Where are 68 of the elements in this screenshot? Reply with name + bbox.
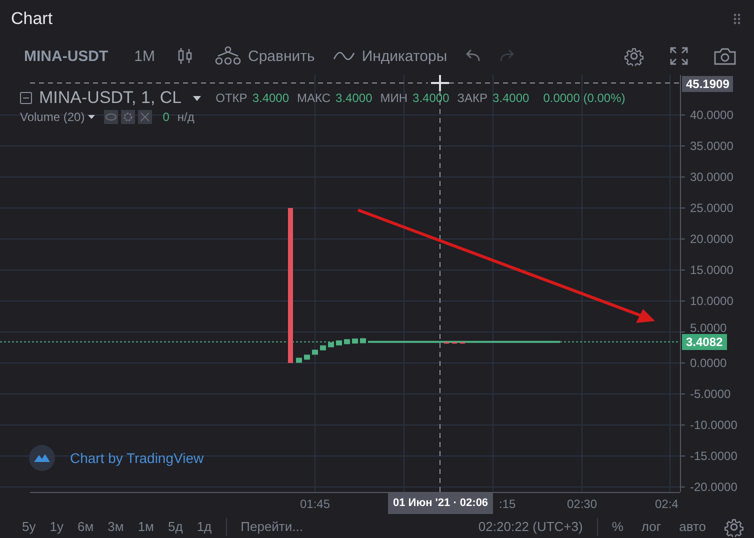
study-status: н/д	[177, 110, 194, 124]
price-label: -10.0000	[690, 417, 738, 433]
indicators-button[interactable]: Индикаторы	[332, 48, 448, 64]
scale-option-button[interactable]: лог	[641, 519, 662, 534]
range-button[interactable]: 6м	[77, 519, 94, 534]
crosshair-time-tag: 01 Июн '21 · 02:06	[388, 493, 494, 514]
legend-value: 3.4000	[492, 91, 530, 105]
time-label: 02:4	[655, 497, 678, 511]
collapse-icon[interactable]	[20, 92, 32, 104]
symbol-button[interactable]: MINA-USDT	[24, 48, 108, 64]
cursor-icon	[431, 75, 449, 91]
price-label: 25.0000	[690, 200, 734, 216]
legend-value: 3.4000	[336, 91, 372, 105]
range-button[interactable]: 1y	[50, 519, 64, 534]
clock-label: 02:20:22 (UTC+3)	[478, 519, 583, 534]
range-button[interactable]: 3м	[108, 519, 124, 534]
price-label: -15.0000	[690, 448, 738, 464]
legend-label: МИН	[380, 91, 408, 105]
wave-icon	[332, 50, 355, 62]
legend-label: ЗАКР	[457, 91, 488, 105]
caret-icon[interactable]	[192, 96, 201, 100]
range-button[interactable]: 5д	[168, 519, 183, 534]
price-label: 15.0000	[690, 262, 734, 278]
price-label: 35.0000	[690, 138, 734, 154]
logo-icon[interactable]	[29, 445, 55, 471]
range-button[interactable]: 1м	[138, 519, 154, 534]
legend-value: 3.4000	[412, 91, 450, 105]
caret-icon[interactable]	[88, 115, 95, 119]
scale-option-button[interactable]: авто	[679, 519, 706, 534]
price-label: 20.0000	[690, 231, 734, 247]
visibility-icon[interactable]	[104, 110, 118, 124]
price-label: -5.0000	[690, 386, 731, 402]
time-label: 02:30	[567, 497, 598, 511]
study-name[interactable]: Volume (20)	[20, 110, 85, 124]
undo-icon[interactable]	[465, 49, 482, 63]
price-label: 30.0000	[690, 169, 734, 185]
window-title: Chart	[11, 8, 53, 28]
study-value: 0	[162, 110, 170, 124]
time-label: 01:45	[300, 497, 330, 511]
candles-icon[interactable]	[177, 47, 193, 65]
branding-link[interactable]: Chart by TradingView	[70, 450, 204, 466]
legend-change: 0.0000 (0.00%)	[543, 91, 626, 105]
camera-icon[interactable]	[714, 47, 736, 65]
time-label: :15	[499, 497, 516, 511]
range-button[interactable]: 5y	[22, 519, 36, 534]
price-label: 10.0000	[690, 293, 734, 309]
settings-icon[interactable]	[120, 110, 135, 124]
legend-value: 3.4000	[252, 91, 290, 105]
crosshair-price-tag: 45.1909	[682, 76, 734, 92]
interval-button[interactable]: 1M	[134, 48, 155, 64]
fullscreen-icon[interactable]	[670, 47, 688, 65]
close-icon[interactable]	[138, 110, 152, 124]
last-price-tag: 3.4082	[682, 334, 727, 350]
price-label: 40.0000	[690, 107, 734, 123]
compare-button[interactable]: Сравнить	[215, 46, 315, 66]
drag-handle-icon[interactable]	[733, 12, 741, 24]
legend-label: ОТКР	[216, 91, 248, 105]
scale-option-button[interactable]: %	[612, 519, 624, 534]
price-label: 0.0000	[690, 355, 727, 371]
settings-icon[interactable]	[724, 516, 744, 536]
scales-icon	[215, 46, 241, 66]
series-title[interactable]: MINA-USDT, 1, CL	[39, 88, 182, 108]
settings-icon[interactable]	[624, 46, 644, 66]
goto-button[interactable]: Перейти...	[240, 519, 303, 534]
range-button[interactable]: 1д	[196, 519, 212, 534]
price-label: 5.0000	[690, 320, 727, 336]
legend-label: МАКС	[297, 91, 331, 105]
price-label: -20.0000	[690, 479, 738, 495]
